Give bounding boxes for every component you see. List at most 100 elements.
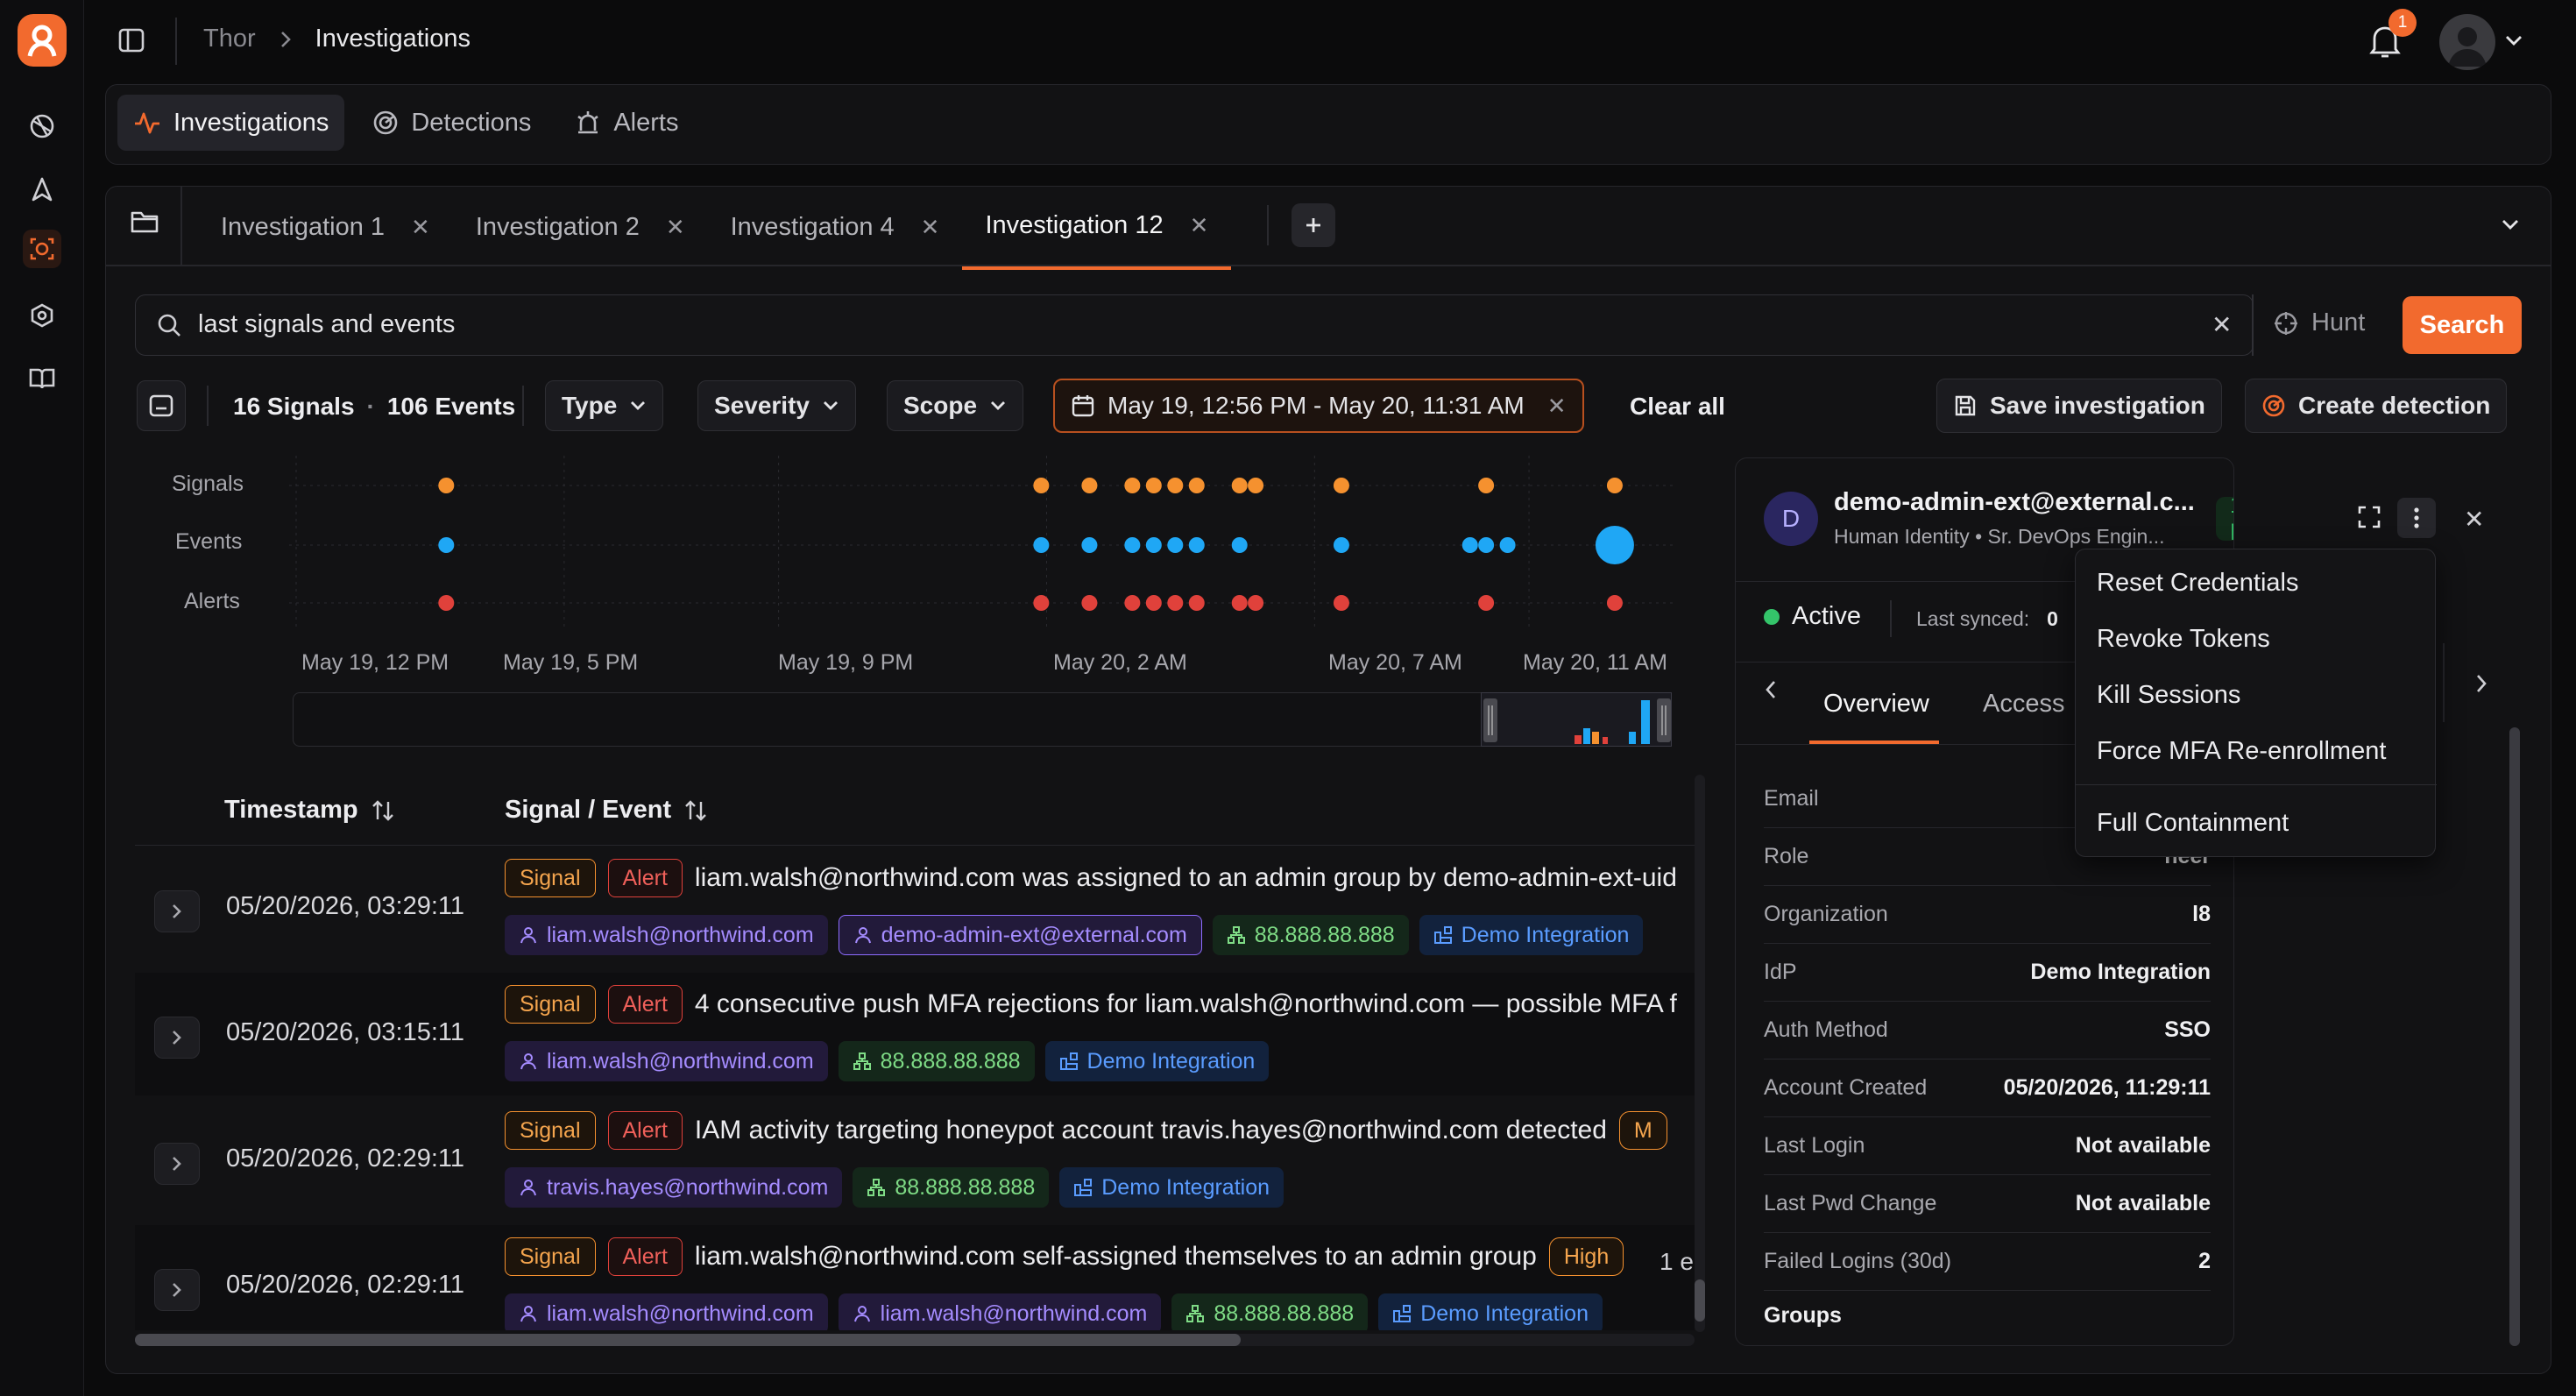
hexagon-settings-icon[interactable] xyxy=(23,296,61,335)
timeline-brush[interactable] xyxy=(293,692,1672,747)
signals-point[interactable] xyxy=(1033,478,1050,493)
vertical-scroll-thumb[interactable] xyxy=(1695,1279,1705,1322)
tab-investigation-4[interactable]: Investigation 4 ✕ xyxy=(708,184,963,270)
events-point[interactable] xyxy=(1081,537,1098,553)
events-point[interactable] xyxy=(1333,537,1349,553)
alerts-point[interactable] xyxy=(1606,595,1623,611)
close-panel-icon[interactable]: ✕ xyxy=(2464,505,2484,534)
tab-overview[interactable]: Overview xyxy=(1809,663,1939,744)
tab-investigation-12[interactable]: Investigation 12 ✕ xyxy=(962,184,1232,270)
events-point[interactable] xyxy=(1478,537,1495,553)
menu-item-reset-credentials[interactable]: Reset Credentials xyxy=(2097,569,2299,598)
signals-point[interactable] xyxy=(438,478,455,493)
chevron-left-icon[interactable] xyxy=(1764,679,1778,700)
col-signal-event[interactable]: Signal / Event xyxy=(505,796,708,825)
user-entity-pill[interactable]: demo-admin-ext@external.com xyxy=(838,915,1202,955)
search-button[interactable]: Search xyxy=(2403,296,2522,354)
alerts-point[interactable] xyxy=(1124,595,1141,611)
type-filter[interactable]: Type xyxy=(545,380,664,431)
close-icon[interactable]: ✕ xyxy=(411,214,430,241)
integration-entity-pill[interactable]: Demo Integration xyxy=(1044,1041,1270,1081)
signals-point[interactable] xyxy=(1167,478,1184,493)
alerts-point[interactable] xyxy=(1167,595,1184,611)
app-logo[interactable] xyxy=(18,14,67,67)
ip-entity-pill[interactable]: 88.888.88.888 xyxy=(1171,1293,1369,1330)
expand-row-button[interactable] xyxy=(154,1269,200,1311)
events-point[interactable] xyxy=(1188,537,1205,553)
alerts-point[interactable] xyxy=(1188,595,1205,611)
events-point[interactable] xyxy=(1499,537,1516,553)
alerts-point[interactable] xyxy=(1033,595,1050,611)
signals-point[interactable] xyxy=(1231,478,1248,493)
more-actions-button[interactable] xyxy=(2397,498,2436,538)
table-row[interactable]: 05/20/2026, 02:29:11 Signal Alert IAM ac… xyxy=(135,1099,1695,1222)
severity-filter[interactable]: Severity xyxy=(697,380,856,431)
globe-icon[interactable] xyxy=(23,107,61,145)
tab-investigation-1[interactable]: Investigation 1 ✕ xyxy=(198,184,453,270)
scope-filter[interactable]: Scope xyxy=(887,380,1024,431)
signals-point[interactable] xyxy=(1248,478,1264,493)
expand-row-button[interactable] xyxy=(154,1143,200,1185)
sort-icon[interactable] xyxy=(683,798,708,823)
user-entity-pill[interactable]: liam.walsh@northwind.com xyxy=(838,1293,1162,1330)
user-entity-pill[interactable]: liam.walsh@northwind.com xyxy=(505,915,828,955)
breadcrumb-root[interactable]: Thor xyxy=(203,25,256,53)
search-input[interactable]: last signals and events xyxy=(198,310,455,339)
vertical-scrollbar[interactable] xyxy=(1695,775,1705,1332)
clear-search-icon[interactable]: ✕ xyxy=(2212,310,2232,339)
events-point[interactable] xyxy=(1033,537,1050,553)
table-row[interactable]: 05/20/2026, 03:15:11 Signal Alert 4 cons… xyxy=(135,973,1695,1095)
events-point[interactable] xyxy=(1231,537,1248,553)
tab-investigation-2[interactable]: Investigation 2 ✕ xyxy=(453,184,708,270)
hunt-button[interactable]: Hunt xyxy=(2273,308,2365,337)
ip-entity-pill[interactable]: 88.888.88.888 xyxy=(853,1167,1050,1208)
signals-point[interactable] xyxy=(1081,478,1098,493)
events-point[interactable] xyxy=(438,537,455,553)
integration-entity-pill[interactable]: Demo Integration xyxy=(1059,1167,1284,1208)
expand-row-button[interactable] xyxy=(154,890,200,932)
alerts-point[interactable] xyxy=(1478,595,1495,611)
menu-item-revoke-tokens[interactable]: Revoke Tokens xyxy=(2097,625,2270,654)
brush-selection[interactable] xyxy=(1481,692,1672,747)
horizontal-scroll-thumb[interactable] xyxy=(135,1334,1241,1346)
menu-item-kill-sessions[interactable]: Kill Sessions xyxy=(2097,681,2240,710)
chevron-down-icon[interactable] xyxy=(2501,217,2520,231)
ip-entity-pill[interactable]: 88.888.88.888 xyxy=(1212,915,1409,955)
close-icon[interactable]: ✕ xyxy=(1547,393,1567,420)
chevron-down-icon[interactable] xyxy=(2504,33,2523,47)
book-icon[interactable] xyxy=(23,359,61,398)
signals-point[interactable] xyxy=(1478,478,1495,493)
alerts-point[interactable] xyxy=(1081,595,1098,611)
navigation-icon[interactable] xyxy=(23,170,61,209)
user-entity-pill[interactable]: liam.walsh@northwind.com xyxy=(505,1041,828,1081)
sort-icon[interactable] xyxy=(371,798,395,823)
signals-point[interactable] xyxy=(1606,478,1623,493)
detail-scroll-thumb[interactable] xyxy=(2509,727,2520,1346)
integration-entity-pill[interactable]: Demo Integration xyxy=(1378,1293,1603,1330)
events-point[interactable] xyxy=(1461,537,1478,553)
clear-all-button[interactable]: Clear all xyxy=(1630,393,1725,421)
create-detection-button[interactable]: Create detection xyxy=(2245,379,2508,433)
col-timestamp[interactable]: Timestamp xyxy=(224,796,395,825)
close-icon[interactable]: ✕ xyxy=(1190,212,1209,239)
signals-point[interactable] xyxy=(1145,478,1162,493)
close-icon[interactable]: ✕ xyxy=(921,214,940,241)
sidebar-toggle-icon[interactable] xyxy=(117,26,145,54)
folder-icon[interactable] xyxy=(130,209,159,235)
signals-point[interactable] xyxy=(1333,478,1349,493)
menu-item-full-containment[interactable]: Full Containment xyxy=(2097,809,2289,838)
events-point[interactable] xyxy=(1595,526,1634,564)
table-row[interactable]: 05/20/2026, 02:29:11 Signal Alert liam.w… xyxy=(135,1225,1695,1330)
alerts-point[interactable] xyxy=(1333,595,1349,611)
tab-access[interactable]: Access xyxy=(1983,690,2064,719)
save-investigation-button[interactable]: Save investigation xyxy=(1936,379,2222,433)
avatar[interactable] xyxy=(2439,14,2495,70)
tab-alerts[interactable]: Alerts xyxy=(559,95,694,151)
investigation-icon[interactable] xyxy=(23,230,61,268)
tab-detections[interactable]: Detections xyxy=(357,95,547,151)
chevron-right-icon[interactable] xyxy=(2474,673,2488,694)
signals-point[interactable] xyxy=(1124,478,1141,493)
close-icon[interactable]: ✕ xyxy=(666,214,685,241)
sidebar-panel-button[interactable] xyxy=(137,380,186,431)
alerts-point[interactable] xyxy=(1231,595,1248,611)
